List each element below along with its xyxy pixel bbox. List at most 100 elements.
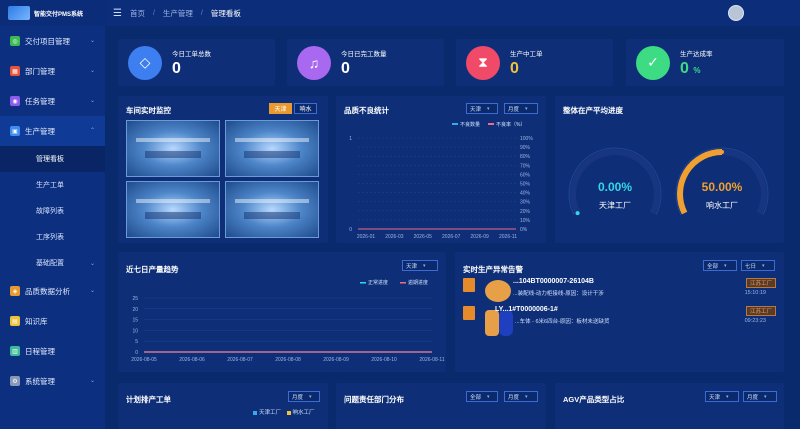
y2-tick-label: 20% <box>520 209 531 215</box>
avatar <box>485 280 511 302</box>
defects-period-select[interactable]: 月度 ▾ <box>504 103 538 114</box>
sidebar-item-department[interactable]: ▦ 部门管理 ⌄ <box>0 56 105 86</box>
gauge-tianjin-label: 天津工厂 <box>599 201 631 210</box>
trend-factory-select[interactable]: 天津 ▾ <box>402 260 438 271</box>
x-tick-label: 2026-08-10 <box>371 357 397 363</box>
sidebar-sub-dashboard[interactable]: 管理看板 <box>0 146 105 172</box>
quality-icon: ◈ <box>10 286 20 296</box>
chevron-down-icon: ▾ <box>762 262 765 269</box>
defects-factory-select[interactable]: 天津 ▾ <box>466 103 498 114</box>
x-tick-label: 2026-11 <box>499 234 517 240</box>
breadcrumb-section[interactable]: 生产管理 <box>163 8 193 19</box>
y2-tick-label: 60% <box>520 172 531 178</box>
y2-tick-label: 10% <box>520 218 531 224</box>
breadcrumb-home[interactable]: 首页 <box>130 8 145 19</box>
y2-tick-label: 80% <box>520 154 531 160</box>
chevron-down-icon: ⌄ <box>89 288 95 294</box>
system-icon: ⚙ <box>10 376 20 386</box>
stat-card-in-production: ⧗ 生产中工单 0 <box>456 39 613 86</box>
brand-title: 智能交付PMS系统 <box>34 11 84 18</box>
chevron-down-icon: ⌄ <box>89 38 95 44</box>
monitor-xiangshui-button[interactable]: 响水 <box>294 103 317 114</box>
x-tick-label: 2026-08-09 <box>323 357 349 363</box>
agv-period-select[interactable]: 月度 ▾ <box>743 391 777 402</box>
trend-panel: 近七日产量趋势 天津 ▾ 正常进度 逾期进度 0 5 10 15 20 25 2026-08-05… <box>118 252 446 372</box>
menu-toggle-icon[interactable]: ☰ <box>113 8 122 19</box>
gauge-xiangshui-value: 50.00% <box>701 180 743 194</box>
gauge-tianjin-marker <box>575 211 580 216</box>
legend-swatch <box>452 123 458 125</box>
x-tick-label: 2026-05 <box>414 234 433 240</box>
sidebar-item-production[interactable]: ▣ 生产管理 ⌃ <box>0 116 105 146</box>
y2-tick-label: 0% <box>520 227 528 233</box>
legend-swatch <box>488 123 494 125</box>
sidebar-sub-work-orders[interactable]: 生产工单 <box>0 172 105 198</box>
sidebar-sub-faults[interactable]: 故障列表 <box>0 198 105 224</box>
x-tick-label: 2026-01 <box>357 234 376 240</box>
plan-panel: 计划排产工单 月度 ▾ 天津工厂 响水工厂 <box>118 383 328 429</box>
alert-item[interactable]: LY...1#T0000006-1# ...车体 - 6米6四台-原因：板材未送… <box>463 306 776 336</box>
knowledge-icon: ▤ <box>10 316 20 326</box>
alerts-type-select[interactable]: 全部 ▾ <box>703 260 737 271</box>
agv-panel: AGV产品类型占比 天津 ▾ 月度 ▾ <box>555 383 784 429</box>
x-tick-label: 2026-09 <box>470 234 489 240</box>
brand-logo <box>8 6 30 20</box>
y-tick-label: 10 <box>132 328 138 334</box>
trend-chart: 正常进度 逾期进度 0 5 10 15 20 25 2026-08-05 2026-08-06 20… <box>131 279 445 363</box>
gauge-tianjin-value: 0.00% <box>597 180 633 194</box>
sidebar-sub-config[interactable]: 基础配置 ⌄ <box>0 250 105 276</box>
alerts-title: 实时生产异常告警 <box>463 265 523 274</box>
y-tick-label: 5 <box>135 339 138 345</box>
y-tick-label: 20 <box>132 307 138 313</box>
issue-dept-panel: 问题责任部门分布 全部 ▾ 月度 ▾ <box>336 383 546 429</box>
camera-feed-1[interactable] <box>126 120 220 177</box>
alerts-panel: 实时生产异常告警 全部 ▾ 七日 ▾ ...104BT0000007-26104B … <box>455 252 784 372</box>
camera-feed-2[interactable] <box>225 120 319 177</box>
defects-title: 品质不良统计 <box>344 106 389 115</box>
monitor-title: 车间实时监控 <box>126 106 171 115</box>
bell-icon <box>463 306 475 320</box>
y-tick-label: 0 <box>135 350 138 356</box>
sidebar-sub-processes[interactable]: 工序列表 <box>0 224 105 250</box>
sidebar-item-task[interactable]: ◉ 任务管理 ⌄ <box>0 86 105 116</box>
factory-tag: 江苏工厂 <box>745 278 776 288</box>
y2-tick-label: 90% <box>520 145 531 151</box>
delivery-icon: ◎ <box>10 36 20 46</box>
chevron-down-icon: ▾ <box>525 105 528 112</box>
alert-item[interactable]: ...104BT0000007-26104B ...装配线-动力柜接线-原因：设… <box>463 278 776 306</box>
sidebar-item-knowledge[interactable]: ▤ 知识库 <box>0 306 105 336</box>
agv-factory-select[interactable]: 天津 ▾ <box>705 391 739 402</box>
defects-panel: 品质不良统计 天津 ▾ 月度 ▾ 不良数量 不良率（%） 0% 10% 20% 30% 40% 5… <box>336 96 546 243</box>
brand: 智能交付PMS系统 <box>0 0 105 26</box>
x-tick-label: 2026-08-07 <box>227 357 253 363</box>
progress-gauges <box>568 147 769 216</box>
chevron-down-icon: ▾ <box>726 393 729 400</box>
legend-swatch <box>360 282 366 284</box>
chevron-down-icon: ▾ <box>487 105 490 112</box>
calendar-icon: ▥ <box>10 346 20 356</box>
legend-label: 不良数量 <box>460 121 480 128</box>
sidebar-item-delivery[interactable]: ◎ 交付项目管理 ⌄ <box>0 26 105 56</box>
y2-tick-label: 40% <box>520 191 531 197</box>
chevron-down-icon: ▾ <box>764 393 767 400</box>
x-tick-label: 2026-08-11 <box>419 357 444 363</box>
issue-period-select[interactable]: 月度 ▾ <box>504 391 538 402</box>
monitor-tianjin-button[interactable]: 天津 <box>269 103 292 114</box>
x-tick-label: 2026-08-08 <box>275 357 301 363</box>
sidebar-item-quality[interactable]: ◈ 品质数据分析 ⌄ <box>0 276 105 306</box>
department-icon: ▦ <box>10 66 20 76</box>
plan-period-select[interactable]: 月度 ▾ <box>288 391 320 402</box>
camera-feed-4[interactable] <box>225 181 319 238</box>
sidebar-item-system[interactable]: ⚙ 系统管理 ⌄ <box>0 366 105 396</box>
y2-tick-label: 100% <box>520 136 533 142</box>
camera-feed-3[interactable] <box>126 181 220 238</box>
alerts-period-select[interactable]: 七日 ▾ <box>741 260 775 271</box>
avatar[interactable] <box>728 5 744 21</box>
x-tick-label: 2026-08-05 <box>131 357 157 363</box>
sidebar-item-calendar[interactable]: ▥ 日程管理 <box>0 336 105 366</box>
legend-label: 不良率（%） <box>496 121 525 128</box>
issue-type-select[interactable]: 全部 ▾ <box>466 391 498 402</box>
sidebar: 智能交付PMS系统 ◎ 交付项目管理 ⌄ ▦ 部门管理 ⌄ ◉ 任务管理 ⌄ ▣ 生产管理 ⌃ … <box>0 0 105 429</box>
factory-tag: 江苏工厂 <box>745 306 776 316</box>
monitor-panel: 车间实时监控 天津 响水 <box>118 96 328 243</box>
